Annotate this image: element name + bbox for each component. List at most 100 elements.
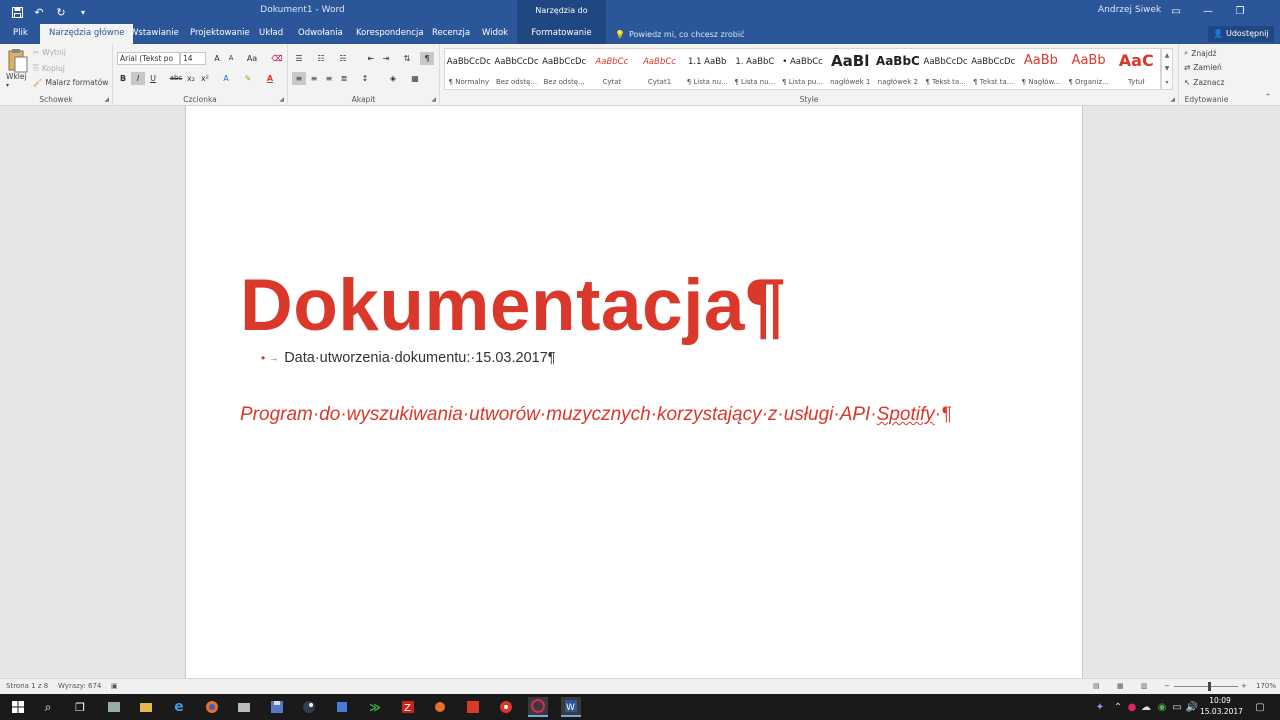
share-button[interactable]: 👤 Udostępnij (1208, 26, 1274, 42)
zoom-out-icon[interactable]: − (1164, 679, 1170, 694)
tab-mailings[interactable]: Korespondencja (347, 24, 433, 44)
notifications-icon[interactable]: ▢ (1250, 697, 1270, 717)
styles-launcher-icon[interactable]: ◢ (1170, 96, 1175, 103)
numbering-icon[interactable]: ☷ (314, 52, 328, 65)
floppy-app-icon[interactable] (267, 697, 287, 717)
app-icon-7[interactable] (496, 697, 516, 717)
clipboard-launcher-icon[interactable]: ◢ (104, 96, 109, 103)
decrease-indent-icon[interactable]: ⇤ (364, 52, 378, 65)
grow-font-button[interactable]: A (210, 52, 224, 65)
style-heading-custom[interactable]: AaBb ¶ Nagłów... (1017, 49, 1065, 89)
chevron-up-icon[interactable]: ▲ (1165, 52, 1170, 59)
firefox-icon[interactable] (202, 697, 222, 717)
filezilla-icon[interactable]: Z (398, 697, 418, 717)
find-button[interactable]: ⌕ Znajdź (1184, 48, 1216, 58)
zoom-slider-thumb[interactable] (1208, 682, 1211, 691)
style-numbered-list-2[interactable]: 1. AaBbC ¶ Lista nu... (731, 49, 779, 89)
sort-icon[interactable]: ⇅ (400, 52, 414, 65)
tell-me-box[interactable]: 💡 Powiedz mi, co chcesz zrobić (615, 24, 744, 44)
shrink-font-button[interactable]: A (224, 52, 238, 65)
subscript-button[interactable]: x₂ (184, 72, 198, 85)
style-heading-1[interactable]: AaBl nagłówek 1 (826, 49, 874, 89)
word-count[interactable]: Wyrazy: 674 (58, 679, 101, 694)
tab-file[interactable]: Plik (4, 24, 37, 44)
app-icon-4[interactable]: ≫ (365, 697, 385, 717)
paste-icon[interactable] (8, 48, 28, 74)
styles-scroll[interactable]: ▲ ▼ ▾ (1161, 48, 1173, 90)
show-formatting-marks-icon[interactable]: ¶ (420, 52, 434, 65)
tab-layout[interactable]: Układ (250, 24, 292, 44)
minimize-icon[interactable]: — (1192, 0, 1224, 22)
read-mode-icon[interactable]: ▤ (1093, 679, 1100, 694)
zoom-slider[interactable] (1174, 686, 1238, 687)
tab-format[interactable]: Formatowanie (517, 24, 606, 44)
app-icon-2[interactable] (234, 697, 254, 717)
app-icon-3[interactable] (332, 697, 352, 717)
clock[interactable]: 10:09 15.03.2017 (1200, 695, 1243, 717)
replace-button[interactable]: ⇄ Zamień (1184, 63, 1222, 72)
shading-icon[interactable]: ◈ (386, 72, 400, 85)
paste-dropdown-icon[interactable]: ▾ (6, 82, 9, 89)
change-case-button[interactable]: Aa (242, 52, 262, 65)
tab-design[interactable]: Projektowanie (181, 24, 259, 44)
style-quote1[interactable]: AaBbCc Cytat1 (636, 49, 684, 89)
style-quote[interactable]: AaBbCc Cytat (588, 49, 636, 89)
select-button[interactable]: ↖ Zaznacz (1184, 78, 1224, 87)
bullets-icon[interactable]: ☰ (292, 52, 306, 65)
tab-insert[interactable]: Wstawianie (121, 24, 188, 44)
font-color-icon[interactable]: A (263, 72, 277, 85)
windows-start-icon[interactable] (8, 697, 28, 717)
page-count[interactable]: Strona 1 z 8 (6, 679, 48, 694)
justify-icon[interactable]: ≣ (337, 72, 351, 85)
zoom-in-icon[interactable]: + (1241, 679, 1247, 694)
style-body-text-2[interactable]: AaBbCcDc ¶ Tekst ta... (969, 49, 1017, 89)
style-title[interactable]: AaC Tytuł (1112, 49, 1160, 89)
print-layout-icon[interactable]: ▦ (1117, 679, 1124, 694)
more-styles-icon[interactable]: ▾ (1165, 79, 1168, 86)
italic-button[interactable]: I (131, 72, 145, 85)
collapse-ribbon-icon[interactable]: ⌃ (1265, 92, 1271, 101)
app-icon-6[interactable] (463, 697, 483, 717)
tab-view[interactable]: Widok (473, 24, 517, 44)
align-right-icon[interactable]: ≡ (322, 72, 336, 85)
word-taskbar-icon[interactable]: W (561, 697, 581, 717)
proofing-icon[interactable]: ▣ (111, 679, 118, 694)
tab-references[interactable]: Odwołania (289, 24, 352, 44)
app-icon-1[interactable] (104, 697, 124, 717)
search-icon[interactable]: ⌕ (38, 697, 58, 717)
font-name-input[interactable]: Arial (Tekst po (117, 52, 180, 65)
style-heading-2[interactable]: AaBbC nagłówek 2 (874, 49, 922, 89)
ribbon-display-icon[interactable]: ▭ (1160, 0, 1192, 22)
text-effects-icon[interactable]: A (219, 72, 233, 85)
align-left-icon[interactable]: ≡ (292, 72, 306, 85)
style-no-spacing-2[interactable]: AaBbCcDc Bez odstę... (540, 49, 588, 89)
paragraph-launcher-icon[interactable]: ◢ (431, 96, 436, 103)
style-organization[interactable]: AaBb ¶ Organiz... (1065, 49, 1113, 89)
restore-icon[interactable]: ❐ (1224, 0, 1256, 22)
strikethrough-button[interactable]: abc (167, 72, 185, 85)
copy-button[interactable]: ⎘ Kopiuj (33, 63, 65, 73)
web-layout-icon[interactable]: ▥ (1141, 679, 1148, 694)
document-subtitle[interactable]: Program·do·wyszukiwania·utworów·muzyczny… (240, 396, 951, 433)
document-title[interactable]: Dokumentacja¶ (240, 266, 786, 346)
user-name[interactable]: Andrzej Siwek (1098, 5, 1161, 15)
font-size-input[interactable]: 14 (180, 52, 206, 65)
borders-icon[interactable]: ▦ (408, 72, 422, 85)
bullet-item[interactable]: • → Data·utworzenia·dokumentu:·15.03.201… (261, 350, 556, 366)
highlight-icon[interactable]: ✎ (241, 72, 255, 85)
clear-formatting-icon[interactable]: ⌫ (270, 52, 284, 65)
style-no-spacing[interactable]: AaBbCcDc Bez odstę... (493, 49, 541, 89)
document-area[interactable]: Dokumentacja¶ • → Data·utworzenia·dokume… (0, 106, 1280, 678)
app-icon-5[interactable] (430, 697, 450, 717)
increase-indent-icon[interactable]: ⇥ (379, 52, 393, 65)
app-icon-8[interactable] (528, 697, 548, 717)
bold-button[interactable]: B (116, 72, 130, 85)
superscript-button[interactable]: x² (198, 72, 212, 85)
tray-app-icon-1[interactable]: ✦ (1090, 697, 1110, 717)
steam-icon[interactable] (299, 697, 319, 717)
align-center-icon[interactable]: ≡ (307, 72, 321, 85)
multilevel-list-icon[interactable]: ☵ (336, 52, 350, 65)
chevron-down-icon[interactable]: ▼ (1165, 65, 1170, 72)
underline-button[interactable]: U (146, 72, 160, 85)
zoom-level[interactable]: 170% (1256, 679, 1276, 694)
